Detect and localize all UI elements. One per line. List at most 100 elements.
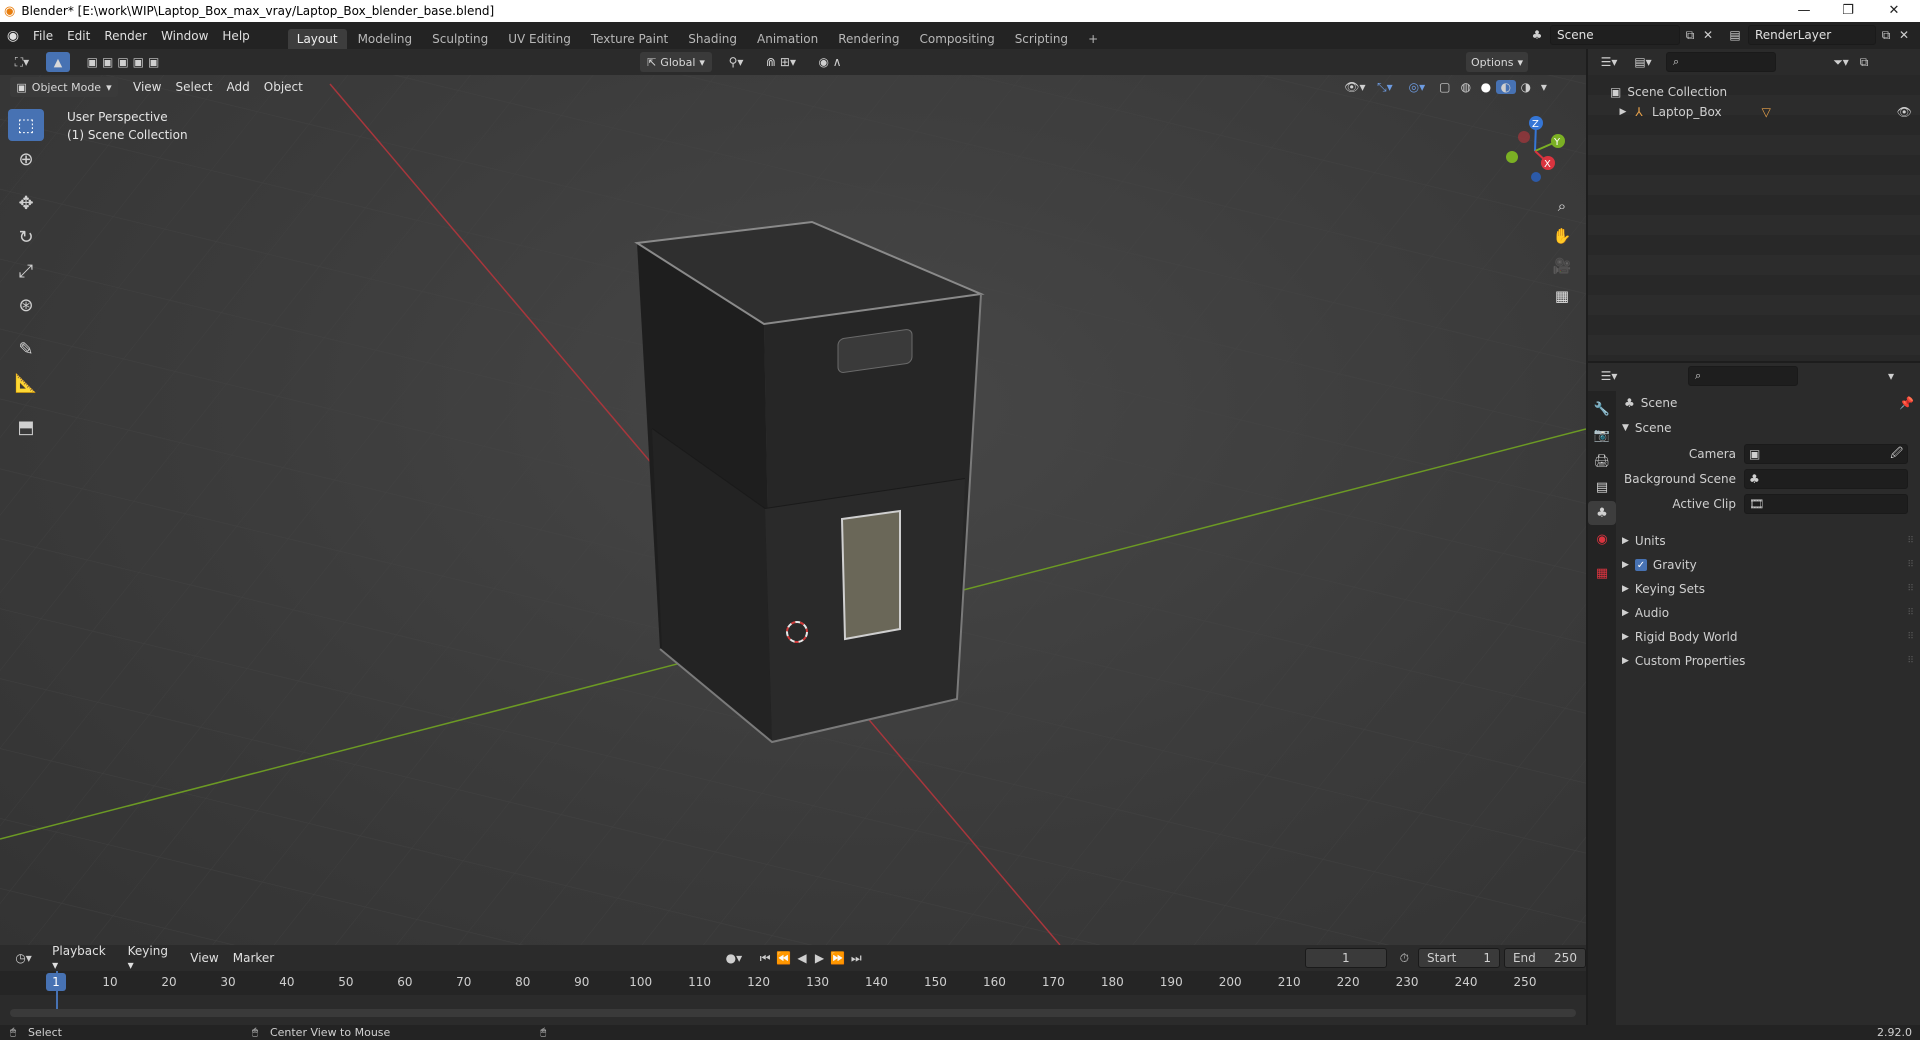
panel-audio[interactable]: ▶ Audio ⠿ — [1616, 601, 1920, 625]
ortho-grid-icon[interactable]: ▦ — [1548, 282, 1576, 310]
expand-arrow-icon[interactable]: ▶ — [1616, 107, 1630, 117]
close-button[interactable]: ✕ — [1872, 0, 1916, 22]
tab-animation[interactable]: Animation — [748, 29, 827, 49]
cursor-icon[interactable]: ⊕ — [8, 143, 44, 175]
background-scene-field[interactable]: ♣ — [1744, 469, 1908, 489]
panel-units[interactable]: ▶ Units ⠿ — [1616, 529, 1920, 553]
rendered-shading-icon[interactable]: ◑ — [1516, 80, 1536, 94]
panel-rigid-body-world[interactable]: ▶ Rigid Body World ⠿ — [1616, 625, 1920, 649]
scene-tab-icon[interactable]: ♣ — [1588, 501, 1616, 525]
annotate-icon[interactable]: ✎ — [8, 333, 44, 365]
timeline-menu-playback[interactable]: Playback ▾ — [45, 944, 120, 972]
overlay-toggle-icon[interactable]: ◎▾ — [1400, 80, 1434, 94]
display-mode-icon[interactable]: ▤▾ — [1630, 55, 1656, 69]
end-frame-field[interactable]: End 250 — [1503, 948, 1586, 968]
output-tab-icon[interactable]: 🖨 — [1588, 449, 1616, 473]
properties-editor-type-icon[interactable]: ☰▾ — [1596, 369, 1622, 383]
material-shading-icon[interactable]: ◐ — [1495, 80, 1516, 94]
next-keyframe-icon[interactable]: ⏩ — [828, 951, 847, 965]
play-icon[interactable]: ▶ — [811, 951, 828, 965]
orientation-dropdown[interactable]: ⇱ Global ▾ — [640, 52, 712, 72]
object-mode-dropdown[interactable]: ▣ Object Mode ▾ — [10, 77, 118, 97]
gravity-checkbox[interactable]: ✓ — [1634, 559, 1647, 571]
visibility-eye-icon[interactable]: 👁 — [1897, 105, 1912, 119]
options-dropdown[interactable]: Options ▾ — [1466, 52, 1528, 72]
world-tab-icon[interactable]: ◉ — [1588, 527, 1616, 551]
xray-icon[interactable]: ▢ — [1434, 80, 1456, 94]
view-layer-field[interactable]: RenderLayer — [1748, 25, 1876, 45]
eyedropper-icon[interactable]: 🖉 — [1890, 444, 1903, 465]
tab-scripting[interactable]: Scripting — [1006, 29, 1077, 49]
filter-icon[interactable]: ⏷▾ — [1828, 55, 1854, 70]
visibility-icon[interactable]: 👁▾ — [1340, 80, 1370, 94]
timeline-scrollbar[interactable] — [10, 1009, 1576, 1017]
prev-keyframe-icon[interactable]: ⏪ — [774, 951, 793, 965]
tool-tab-icon[interactable]: 🔧 — [1588, 397, 1616, 421]
start-frame-field[interactable]: Start 1 — [1417, 948, 1500, 968]
outliner-search-input[interactable]: ⌕ — [1666, 52, 1776, 72]
drag-handle-icon[interactable]: ⠿ — [1907, 656, 1914, 666]
select-box-icon[interactable]: ⬚ — [8, 109, 44, 141]
tab-layout[interactable]: Layout — [287, 29, 347, 49]
active-clip-field[interactable]: 🎞 — [1744, 494, 1908, 514]
outliner-root[interactable]: ▣ Scene Collection — [1610, 85, 1727, 99]
pan-hand-icon[interactable]: ✋ — [1548, 222, 1576, 250]
outliner-item[interactable]: ▶ ⅄ Laptop_Box ▽ 👁 — [1616, 105, 1912, 119]
viewport-menu-object[interactable]: Object — [257, 80, 310, 94]
properties-search-input[interactable]: ⌕ — [1688, 366, 1798, 386]
select-mode-icon[interactable]: ▲ — [46, 52, 70, 72]
timeline-menu-view[interactable]: View — [183, 951, 225, 965]
delete-view-layer-icon[interactable]: ✕ — [1896, 28, 1912, 42]
tab-modeling[interactable]: Modeling — [349, 29, 422, 49]
current-frame-field[interactable]: 1 — [1305, 948, 1387, 968]
minimize-button[interactable]: — — [1782, 0, 1826, 22]
stopwatch-icon[interactable]: ⏱ — [1395, 951, 1414, 966]
move-icon[interactable]: ✥ — [8, 187, 44, 219]
viewport-menu-view[interactable]: View — [126, 80, 168, 94]
drag-handle-icon[interactable]: ⠿ — [1907, 536, 1914, 546]
zoom-icon[interactable]: ⌕ — [1548, 192, 1576, 220]
snap-icon[interactable]: ⋒ ⊞▾ — [756, 55, 806, 69]
pivot-icon[interactable]: ⚲▾ — [722, 55, 750, 69]
view-layer-tab-icon[interactable]: ▤ — [1588, 475, 1616, 499]
menu-help[interactable]: Help — [215, 29, 256, 43]
solid-shading-icon[interactable]: ● — [1476, 80, 1496, 94]
tab-shading[interactable]: Shading — [679, 29, 746, 49]
camera-field[interactable]: ▣ 🖉 — [1744, 444, 1908, 464]
add-workspace-button[interactable]: + — [1079, 29, 1107, 49]
rotate-icon[interactable]: ↻ — [8, 221, 44, 253]
tab-uv-editing[interactable]: UV Editing — [499, 29, 580, 49]
menu-file[interactable]: File — [26, 29, 60, 43]
menu-render[interactable]: Render — [97, 29, 154, 43]
navigation-gizmo[interactable]: Z Y X — [1490, 111, 1580, 191]
drag-handle-icon[interactable]: ⠿ — [1907, 560, 1914, 570]
viewport-menu-select[interactable]: Select — [168, 80, 219, 94]
scene-icon[interactable]: ♣ — [1524, 28, 1550, 42]
camera-view-icon[interactable]: 🎥 — [1548, 252, 1576, 280]
tab-texture-paint[interactable]: Texture Paint — [582, 29, 677, 49]
menu-edit[interactable]: Edit — [60, 29, 97, 43]
editor-type-icon[interactable]: ⛶▾ — [8, 55, 36, 70]
chevron-down-icon[interactable]: ▾ — [1888, 369, 1894, 383]
scene-section-header[interactable]: ▼ Scene — [1622, 421, 1672, 435]
drag-handle-icon[interactable]: ⠿ — [1907, 584, 1914, 594]
menu-window[interactable]: Window — [154, 29, 215, 43]
proportional-edit-icon[interactable]: ◉ ∧ — [810, 55, 850, 69]
scene-name-field[interactable]: Scene — [1550, 25, 1680, 45]
outliner-editor-type-icon[interactable]: ☰▾ — [1596, 55, 1622, 69]
jump-end-icon[interactable]: ⏭ — [848, 951, 865, 966]
delete-scene-icon[interactable]: ✕ — [1700, 28, 1716, 42]
view-layer-icon[interactable]: ▤ — [1722, 28, 1748, 42]
timeline-ruler[interactable]: 1102030405060708090100110120130140150160… — [0, 971, 1586, 995]
shading-options-icon[interactable]: ▾ — [1536, 80, 1552, 94]
add-cube-icon[interactable]: ⬒ — [8, 411, 44, 443]
play-reverse-icon[interactable]: ◀ — [793, 951, 810, 965]
drag-handle-icon[interactable]: ⠿ — [1907, 632, 1914, 642]
panel-gravity[interactable]: ▶ ✓ Gravity ⠿ — [1616, 553, 1920, 577]
measure-icon[interactable]: 📐 — [8, 367, 44, 399]
transform-icon[interactable]: ⊛ — [8, 289, 44, 321]
timeline-menu-marker[interactable]: Marker — [226, 951, 281, 965]
wireframe-shading-icon[interactable]: ◍ — [1456, 80, 1476, 94]
render-tab-icon[interactable]: 📷 — [1588, 423, 1616, 447]
scale-icon[interactable]: ⤢ — [8, 255, 44, 287]
